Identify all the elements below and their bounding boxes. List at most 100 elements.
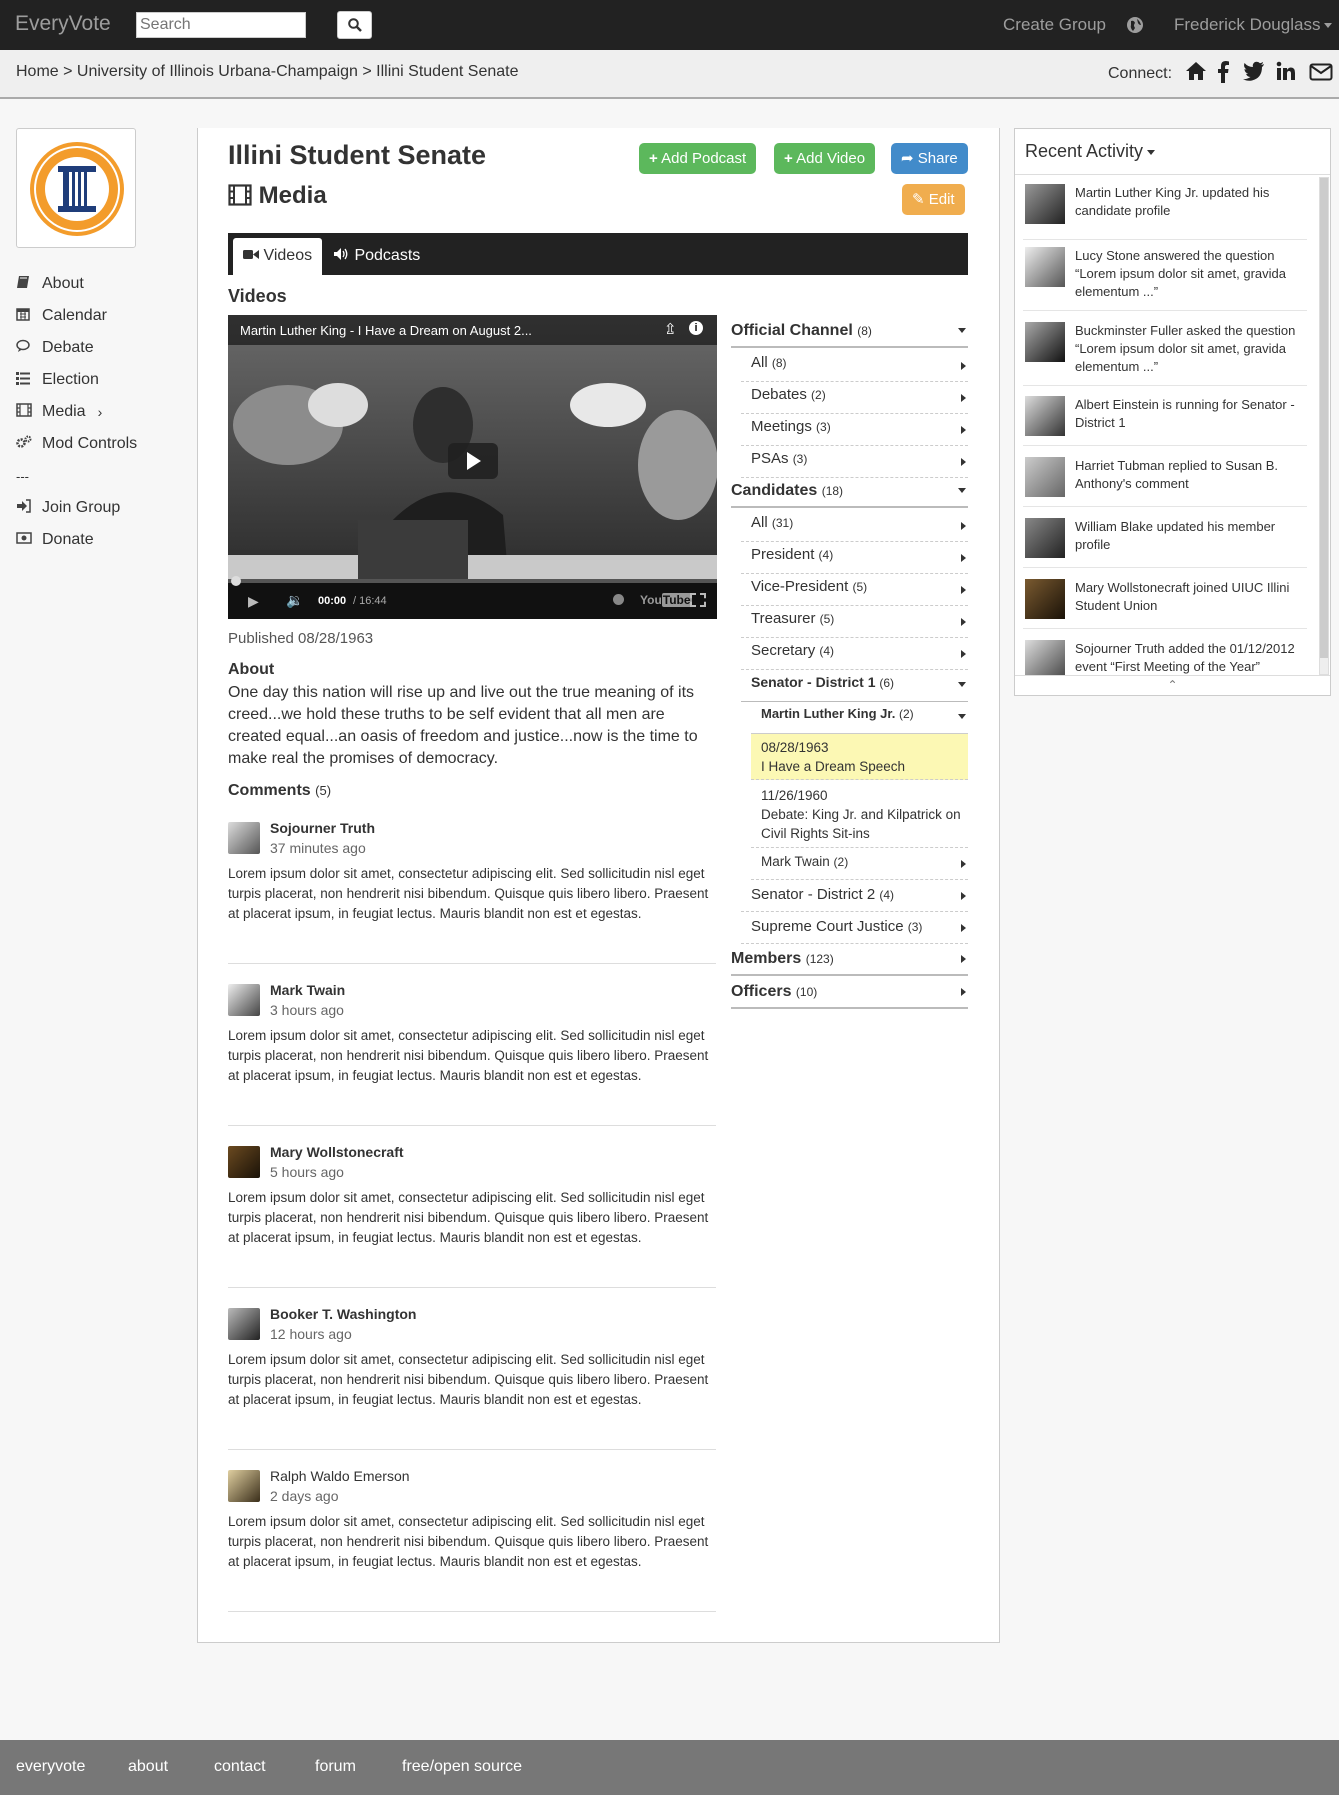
create-group-link[interactable]: Create Group <box>1003 15 1106 35</box>
avatar[interactable] <box>228 984 260 1016</box>
comment-author[interactable]: Ralph Waldo Emerson <box>270 1468 410 1484</box>
group-logo[interactable] <box>16 128 136 248</box>
watch-later-icon[interactable] <box>613 594 624 605</box>
sidebar-item-debate[interactable]: Debate <box>16 332 137 364</box>
tree-item[interactable]: Treasurer (5) <box>741 606 968 638</box>
share-icon[interactable]: ⇫ <box>664 320 677 338</box>
facebook-icon[interactable] <box>1217 61 1229 83</box>
tree-item[interactable]: All (8) <box>741 350 968 382</box>
add-video-button[interactable]: + Add Video <box>774 143 876 174</box>
avatar[interactable] <box>228 1146 260 1178</box>
tree-video[interactable]: 11/26/1960 Debate: King Jr. and Kilpatric… <box>751 780 968 848</box>
tree-item[interactable]: Vice-President (5) <box>741 574 968 606</box>
play-icon[interactable]: ▶ <box>248 593 259 610</box>
comment-author[interactable]: Booker T. Washington <box>270 1306 416 1322</box>
tree-senator-district-1[interactable]: Senator - District 1 (6) <box>741 670 968 702</box>
tab-podcasts[interactable]: Podcasts <box>324 238 430 275</box>
footer-link-about[interactable]: about <box>128 1758 168 1776</box>
sidebar-item-label: Media <box>42 403 86 420</box>
tree-supreme-court[interactable]: Supreme Court Justice (3) <box>741 912 968 944</box>
globe-icon[interactable] <box>1126 16 1144 34</box>
about-heading: About <box>228 661 275 678</box>
tree-count: (5) <box>819 612 835 626</box>
activity-item[interactable]: Buckminster Fuller asked the question “L… <box>1023 322 1307 386</box>
comment-author[interactable]: Mary Wollstonecraft <box>270 1144 404 1160</box>
footer-link-contact[interactable]: contact <box>214 1758 266 1776</box>
tree-count: (8) <box>857 324 872 338</box>
tab-videos[interactable]: Videos <box>233 238 323 275</box>
avatar[interactable] <box>228 822 260 854</box>
recent-activity-header[interactable]: Recent Activity <box>1025 141 1156 162</box>
comment-author[interactable]: Mark Twain <box>270 982 345 998</box>
activity-item[interactable]: William Blake updated his member profile <box>1023 518 1307 568</box>
avatar[interactable] <box>228 1308 260 1340</box>
fullscreen-icon[interactable] <box>690 593 706 607</box>
search-button[interactable] <box>337 11 372 39</box>
tree-item[interactable]: President (4) <box>741 542 968 574</box>
user-menu[interactable]: Frederick Douglass <box>1174 15 1333 35</box>
activity-text: Harriet Tubman replied to Susan B. Antho… <box>1075 458 1279 491</box>
sidebar-item-join-group[interactable]: Join Group <box>16 492 137 524</box>
share-button[interactable]: ➦ Share <box>891 143 968 174</box>
tree-item[interactable]: PSAs (3) <box>741 446 968 478</box>
twitter-icon[interactable] <box>1243 61 1265 81</box>
home-icon[interactable] <box>1185 61 1207 81</box>
scrollbar[interactable] <box>1319 177 1329 675</box>
comment-text: Lorem ipsum dolor sit amet, consectetur … <box>228 1352 709 1407</box>
sidebar-item-mod-controls[interactable]: Mod Controls <box>16 428 137 460</box>
comment-author[interactable]: Sojourner Truth <box>270 820 375 836</box>
play-icon <box>467 452 481 470</box>
activity-item[interactable]: Lucy Stone answered the question “Lorem … <box>1023 247 1307 311</box>
footer-link-everyvote[interactable]: everyvote <box>16 1758 85 1776</box>
edit-label: Edit <box>928 191 955 208</box>
activity-item[interactable]: Martin Luther King Jr. updated his candi… <box>1023 184 1307 240</box>
footer-link-open-source[interactable]: free/open source <box>402 1758 522 1776</box>
avatar[interactable] <box>228 1470 260 1502</box>
sidebar-item-about[interactable]: About <box>16 268 137 300</box>
tree-item[interactable]: Secretary (4) <box>741 638 968 670</box>
tree-video-active[interactable]: 08/28/1963 I Have a Dream Speech <box>751 734 968 780</box>
youtube-logo[interactable]: YouTube <box>640 593 692 607</box>
linkedin-icon[interactable] <box>1276 61 1296 81</box>
sidebar-item-calendar[interactable]: Calendar <box>16 300 137 332</box>
activity-text: Lucy Stone answered the question “Lorem … <box>1075 248 1286 299</box>
email-icon[interactable] <box>1309 63 1333 81</box>
sidebar-item-media[interactable]: Media › <box>16 396 137 428</box>
video-player[interactable]: Martin Luther King - I Have a Dream on A… <box>228 315 717 619</box>
tree-officers[interactable]: Officers (10) <box>731 977 968 1009</box>
play-button[interactable] <box>448 443 498 479</box>
tree-official-channel[interactable]: Official Channel (8) <box>731 318 968 348</box>
activity-item[interactable]: Albert Einstein is running for Senator -… <box>1023 396 1307 446</box>
search-input[interactable] <box>136 12 306 38</box>
tree-count: (3) <box>816 420 831 434</box>
info-icon[interactable]: i <box>689 321 703 335</box>
tree-label: Senator - District 1 <box>751 674 876 690</box>
tree-label: All <box>751 354 768 371</box>
volume-icon[interactable]: 🔉 <box>286 592 303 609</box>
brand-link[interactable]: EveryVote <box>15 12 111 36</box>
progress-bar[interactable] <box>228 579 717 583</box>
activity-item[interactable]: Mary Wollstonecraft joined UIUC Illini S… <box>1023 579 1307 629</box>
progress-handle[interactable] <box>231 576 241 586</box>
footer-link-forum[interactable]: forum <box>315 1758 356 1776</box>
tree-senator-district-2[interactable]: Senator - District 2 (4) <box>741 880 968 912</box>
edit-button[interactable]: ✎ Edit <box>902 184 965 215</box>
sidebar-item-donate[interactable]: Donate <box>16 524 137 556</box>
tree-members[interactable]: Members (123) <box>731 944 968 976</box>
tree-candidates[interactable]: Candidates (18) <box>731 478 968 508</box>
activity-item[interactable]: Harriet Tubman replied to Susan B. Antho… <box>1023 457 1307 507</box>
sidebar-item-election[interactable]: Election <box>16 364 137 396</box>
tree-item[interactable]: Meetings (3) <box>741 414 968 446</box>
activity-item[interactable]: Sojourner Truth added the 01/12/2012 eve… <box>1023 640 1307 676</box>
breadcrumb[interactable]: Home > University of Illinois Urbana-Cha… <box>16 63 518 81</box>
scroll-up-button[interactable]: ⌃ <box>1015 675 1330 695</box>
tree-candidate-mlk[interactable]: Martin Luther King Jr. (2) <box>751 702 968 734</box>
tree-item[interactable]: Debates (2) <box>741 382 968 414</box>
tree-candidate-twain[interactable]: Mark Twain (2) <box>751 848 968 880</box>
scrollbar-thumb[interactable] <box>1320 178 1328 658</box>
recent-activity-divider <box>1015 174 1330 175</box>
avatar <box>1025 579 1065 619</box>
add-podcast-button[interactable]: + Add Podcast <box>639 143 757 174</box>
tree-item[interactable]: All (31) <box>741 510 968 542</box>
caret-right-icon <box>961 891 966 900</box>
